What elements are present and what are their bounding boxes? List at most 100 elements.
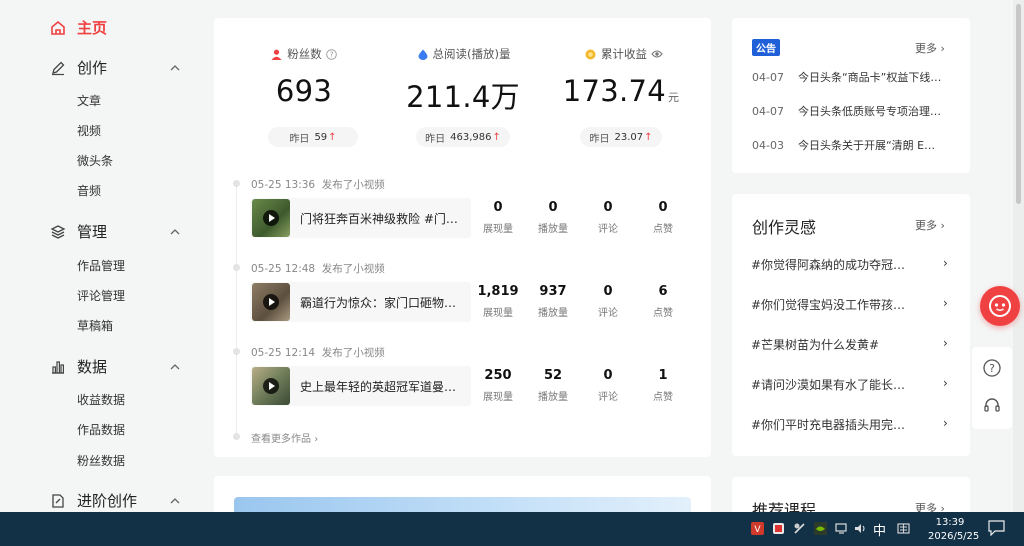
stat-value-reads: 211.4万: [406, 80, 520, 114]
sidebar-item-works-data[interactable]: 作品数据: [77, 421, 125, 438]
post-title[interactable]: 门将狂奔百米神级救险 #门…: [300, 210, 460, 227]
announcement-item[interactable]: 04-03 今日头条关于开展“清朗 E…: [752, 137, 935, 153]
banner-card: [214, 476, 711, 516]
play-icon: [263, 294, 279, 310]
arrow-up-icon: ↑: [328, 131, 337, 143]
timeline-dot: [233, 348, 240, 355]
post-metric-views: 0 展现量: [483, 200, 513, 235]
chevron-right-icon: ›: [943, 296, 948, 310]
sidebar-section-manage[interactable]: 管理: [50, 221, 180, 242]
eye-icon[interactable]: [651, 49, 663, 59]
nvidia-icon[interactable]: [814, 522, 827, 535]
inspiration-item[interactable]: #请问沙漠如果有水了能长… ›: [751, 376, 953, 393]
sidebar-section-data[interactable]: 数据: [50, 356, 180, 377]
view-more-works-link[interactable]: 查看更多作品 ›: [251, 430, 318, 445]
post-meta: 05-25 12:48 发布了小视频: [251, 263, 385, 275]
inspiration-more-link[interactable]: 更多 ›: [915, 217, 945, 233]
svg-text:?: ?: [989, 362, 995, 375]
notification-icon[interactable]: [988, 520, 1005, 536]
scrollbar[interactable]: [1013, 0, 1024, 512]
clock[interactable]: 13:39 2026/5/25: [928, 516, 980, 544]
chevron-right-icon: ›: [943, 256, 948, 270]
help-icon[interactable]: ?: [983, 359, 1001, 377]
stat-value-fans: 693: [275, 74, 333, 108]
headset-icon[interactable]: [983, 396, 1001, 414]
sidebar-item-home[interactable]: 主页: [50, 17, 107, 38]
timeline-line: [236, 183, 237, 438]
chevron-right-icon: ›: [940, 42, 945, 55]
announcement-more-link[interactable]: 更多 ›: [915, 40, 945, 56]
help-icon[interactable]: ?: [325, 48, 337, 60]
post-title[interactable]: 霸道行为惊众：家门口砸物…: [300, 294, 460, 311]
antivirus-icon[interactable]: V: [751, 522, 764, 535]
chevron-right-icon: ›: [943, 416, 948, 430]
announcement-item[interactable]: 04-07 今日头条低质账号专项治理…: [752, 103, 941, 119]
inspiration-title: 创作灵感: [752, 218, 817, 237]
post-metric-likes: 6 点赞: [653, 284, 673, 319]
svg-text:V: V: [754, 525, 761, 535]
sidebar-section-label: 数据: [77, 358, 108, 376]
sidebar: 主页 创作 文章 视频 微头条 音频 管理 作品管理 评论管理 草稿箱 数据 收…: [0, 0, 200, 512]
clock-date: 2026/5/25: [928, 531, 980, 542]
floating-toolbar: ?: [972, 347, 1012, 429]
network-icon[interactable]: [835, 522, 848, 535]
post-metric-comments: 0 评论: [598, 284, 618, 319]
sidebar-section-create[interactable]: 创作: [50, 57, 180, 78]
stat-label-income: 累计收益: [554, 46, 694, 62]
announcement-item[interactable]: 04-07 今日头条“商品卡”权益下线…: [752, 69, 941, 85]
video-thumbnail[interactable]: [252, 367, 290, 405]
sidebar-item-label: 主页: [77, 19, 108, 37]
sidebar-item-audio[interactable]: 音频: [77, 182, 101, 199]
post-item[interactable]: 门将狂奔百米神级救险 #门…: [250, 198, 471, 238]
sidebar-item-comments-manage[interactable]: 评论管理: [77, 287, 125, 304]
stat-unit: 元: [667, 91, 680, 104]
sidebar-section-advanced[interactable]: 进阶创作: [50, 490, 180, 511]
sidebar-item-income-data[interactable]: 收益数据: [77, 391, 125, 408]
timeline-dot: [233, 180, 240, 187]
post-item[interactable]: 史上最年轻的英超冠军道曼…: [250, 366, 471, 406]
sidebar-item-drafts[interactable]: 草稿箱: [77, 317, 113, 334]
chevron-up-icon: [170, 64, 180, 70]
inspiration-item[interactable]: #芒果树苗为什么发黄# ›: [751, 336, 953, 353]
video-thumbnail[interactable]: [252, 199, 290, 237]
play-icon: [263, 210, 279, 226]
bar-chart-icon: [52, 360, 65, 374]
stat-label-reads: 总阅读(播放)量: [394, 46, 534, 62]
timeline-dot: [233, 433, 240, 440]
volume-icon[interactable]: [854, 522, 867, 535]
stat-label-fans: 粉丝数 ?: [234, 46, 374, 62]
clock-time: 13:39: [935, 517, 965, 528]
arrow-up-icon: ↑: [492, 131, 501, 143]
inspiration-item[interactable]: #你们觉得宝妈没工作带孩… ›: [751, 296, 953, 313]
keyboard-icon[interactable]: [897, 522, 910, 535]
post-title[interactable]: 史上最年轻的英超冠军道曼…: [300, 378, 460, 395]
play-icon: [263, 378, 279, 394]
sidebar-item-works-manage[interactable]: 作品管理: [77, 257, 125, 274]
post-metric-likes: 0 点赞: [653, 200, 673, 235]
post-metric-comments: 0 评论: [598, 368, 618, 403]
layers-icon: [50, 224, 66, 239]
timeline-dot: [233, 264, 240, 271]
sidebar-section-label: 管理: [77, 223, 108, 241]
inspiration-item[interactable]: #你们平时充电器插头用完… ›: [751, 416, 953, 433]
chevron-right-icon: ›: [943, 336, 948, 350]
scrollbar-thumb[interactable]: [1016, 4, 1021, 204]
chevron-right-icon: ›: [314, 434, 319, 445]
chat-assistant-button[interactable]: [980, 286, 1020, 326]
sidebar-item-fans-data[interactable]: 粉丝数据: [77, 452, 125, 469]
inspiration-item[interactable]: #你觉得阿森纳的成功夺冠… ›: [751, 256, 953, 273]
sidebar-item-article[interactable]: 文章: [77, 92, 101, 109]
sidebar-item-video[interactable]: 视频: [77, 122, 101, 139]
stat-yesterday-income: 昨日 23.07 ↑: [580, 127, 662, 147]
video-thumbnail[interactable]: [252, 283, 290, 321]
sidebar-item-micro-post[interactable]: 微头条: [77, 152, 113, 169]
arrow-up-icon: ↑: [644, 131, 653, 143]
ime-indicator[interactable]: 中: [873, 520, 886, 539]
network-app-icon[interactable]: [793, 522, 806, 535]
announcement-badge: 公告: [752, 39, 780, 56]
sidebar-section-label: 创作: [77, 59, 108, 77]
post-item[interactable]: 霸道行为惊众：家门口砸物…: [250, 282, 471, 322]
pen-icon: [52, 61, 65, 75]
post-metric-plays: 937 播放量: [538, 284, 568, 319]
app-tray-icon[interactable]: [772, 522, 785, 535]
